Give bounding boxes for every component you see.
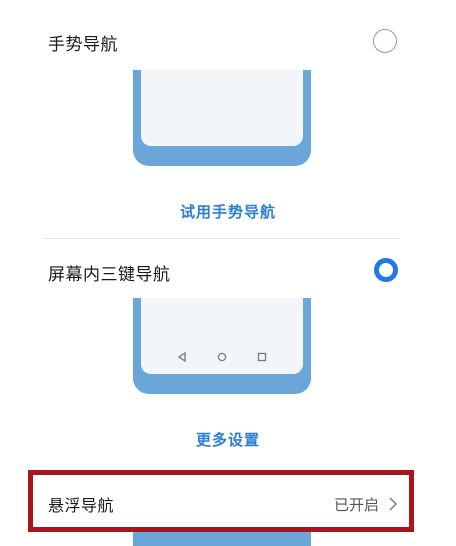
floating-nav-title[interactable]: 悬浮导航 bbox=[48, 492, 114, 516]
navigation-settings-page: 手势导航 试用手势导航 屏幕内三键导航 更多设置 悬浮导航 已开启 bbox=[0, 0, 456, 546]
recent-square-icon bbox=[257, 352, 267, 362]
home-circle-icon bbox=[217, 352, 227, 362]
radio-unchecked-icon[interactable] bbox=[373, 29, 397, 53]
phone-screen bbox=[141, 70, 303, 146]
back-triangle-icon bbox=[177, 352, 187, 362]
gesture-phone-illustration bbox=[133, 70, 311, 166]
try-gesture-link[interactable]: 试用手势导航 bbox=[0, 201, 456, 222]
phone-screen bbox=[141, 298, 303, 374]
three-key-phone-illustration bbox=[133, 298, 311, 394]
radio-checked-icon[interactable] bbox=[374, 258, 398, 282]
nav-keys-row bbox=[141, 352, 303, 362]
next-phone-illustration bbox=[133, 532, 311, 546]
option-three-key-title: 屏幕内三键导航 bbox=[48, 265, 171, 285]
more-settings-link[interactable]: 更多设置 bbox=[0, 429, 456, 450]
divider bbox=[44, 238, 400, 239]
floating-nav-status: 已开启 bbox=[334, 496, 380, 514]
chevron-right-icon[interactable] bbox=[388, 496, 398, 516]
option-gesture-title: 手势导航 bbox=[48, 35, 118, 55]
